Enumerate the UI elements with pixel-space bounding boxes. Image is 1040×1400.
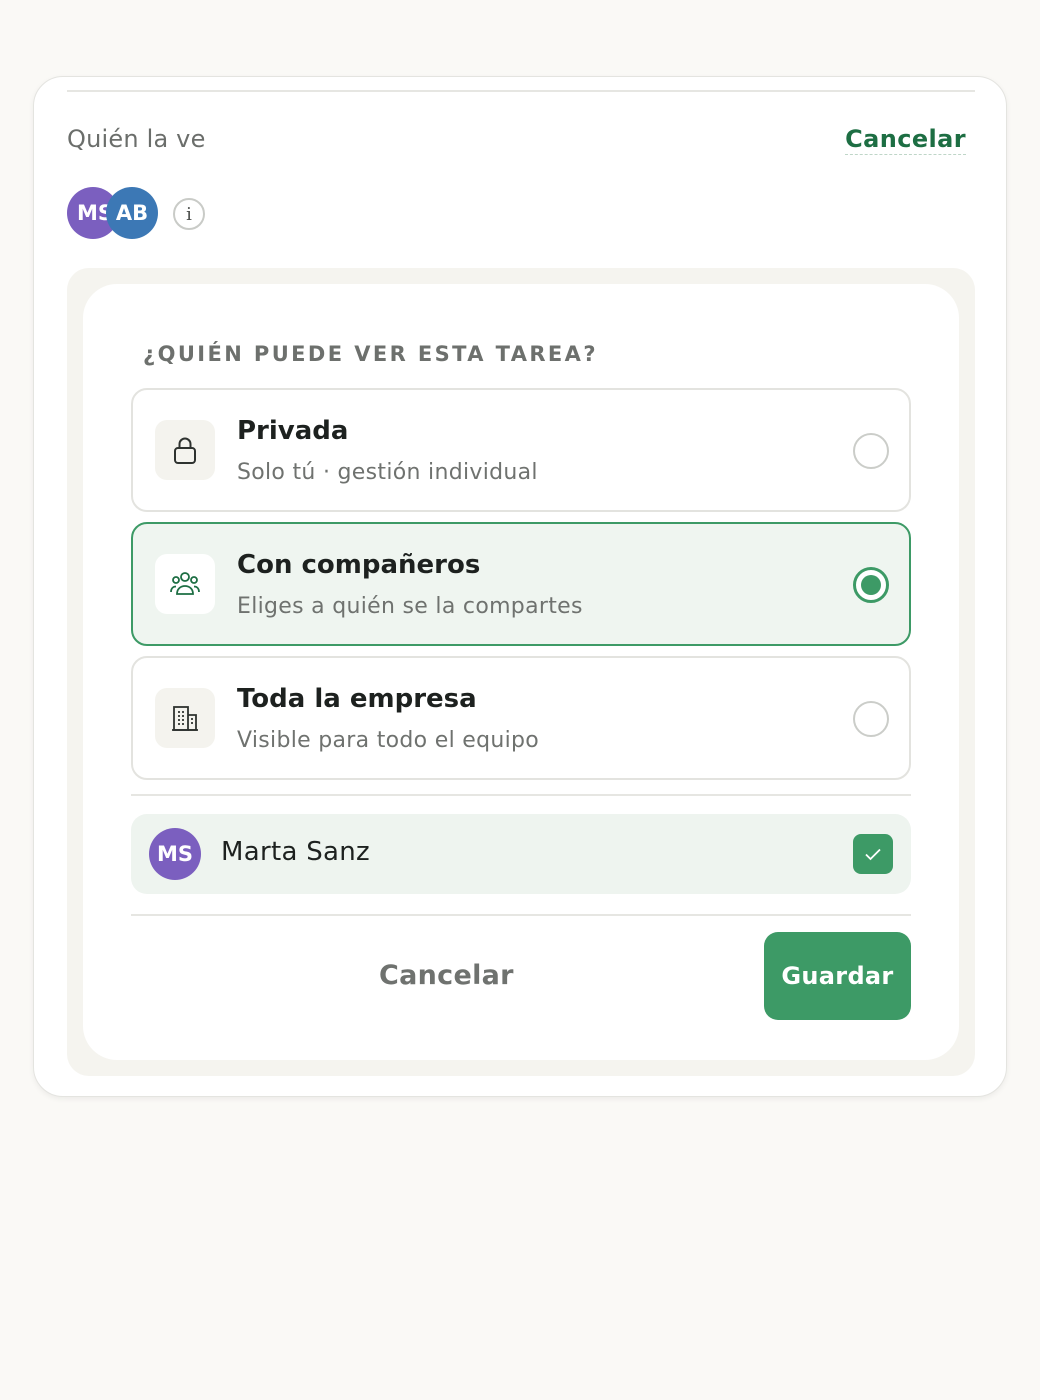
option-colleagues[interactable]: Con compañeros Eliges a quién se la comp…: [131, 522, 911, 646]
radio-private[interactable]: [853, 433, 889, 469]
lock-icon: [155, 420, 215, 480]
option-colleagues-subtitle: Eliges a quién se la compartes: [237, 594, 583, 619]
visibility-card: Quién la ve Cancelar MS AB i ¿QUIÉN PUED…: [33, 76, 1007, 1097]
option-company[interactable]: Toda la empresa Visible para todo el equ…: [131, 656, 911, 780]
top-divider: [67, 90, 975, 92]
option-private-subtitle: Solo tú · gestión individual: [237, 460, 538, 485]
member-name: Marta Sanz: [221, 837, 371, 867]
option-private[interactable]: Privada Solo tú · gestión individual: [131, 388, 911, 512]
visibility-panel: ¿QUIÉN PUEDE VER ESTA TAREA? Privada Sol…: [83, 284, 959, 1060]
option-private-title: Privada: [237, 416, 349, 446]
member-avatar: MS: [149, 828, 201, 880]
who-sees-label: Quién la ve: [67, 125, 206, 153]
member-row[interactable]: MS Marta Sanz: [131, 814, 911, 894]
member-checkbox[interactable]: [853, 834, 893, 874]
save-button[interactable]: Guardar: [764, 932, 911, 1020]
cancel-button[interactable]: Cancelar: [379, 960, 514, 991]
check-icon: [865, 848, 881, 861]
option-colleagues-title: Con compañeros: [237, 550, 481, 580]
panel-title: ¿QUIÉN PUEDE VER ESTA TAREA?: [143, 342, 598, 366]
info-icon[interactable]: i: [173, 198, 205, 230]
footer-divider: [131, 914, 911, 916]
people-icon: [155, 554, 215, 614]
avatar-ab: AB: [106, 187, 158, 239]
radio-colleagues[interactable]: [853, 567, 889, 603]
building-icon: [155, 688, 215, 748]
radio-company[interactable]: [853, 701, 889, 737]
visibility-panel-backdrop: ¿QUIÉN PUEDE VER ESTA TAREA? Privada Sol…: [67, 268, 975, 1076]
option-company-subtitle: Visible para todo el equipo: [237, 728, 540, 753]
header-cancel-link[interactable]: Cancelar: [845, 125, 966, 155]
option-company-title: Toda la empresa: [237, 684, 477, 714]
options-divider: [131, 794, 911, 796]
